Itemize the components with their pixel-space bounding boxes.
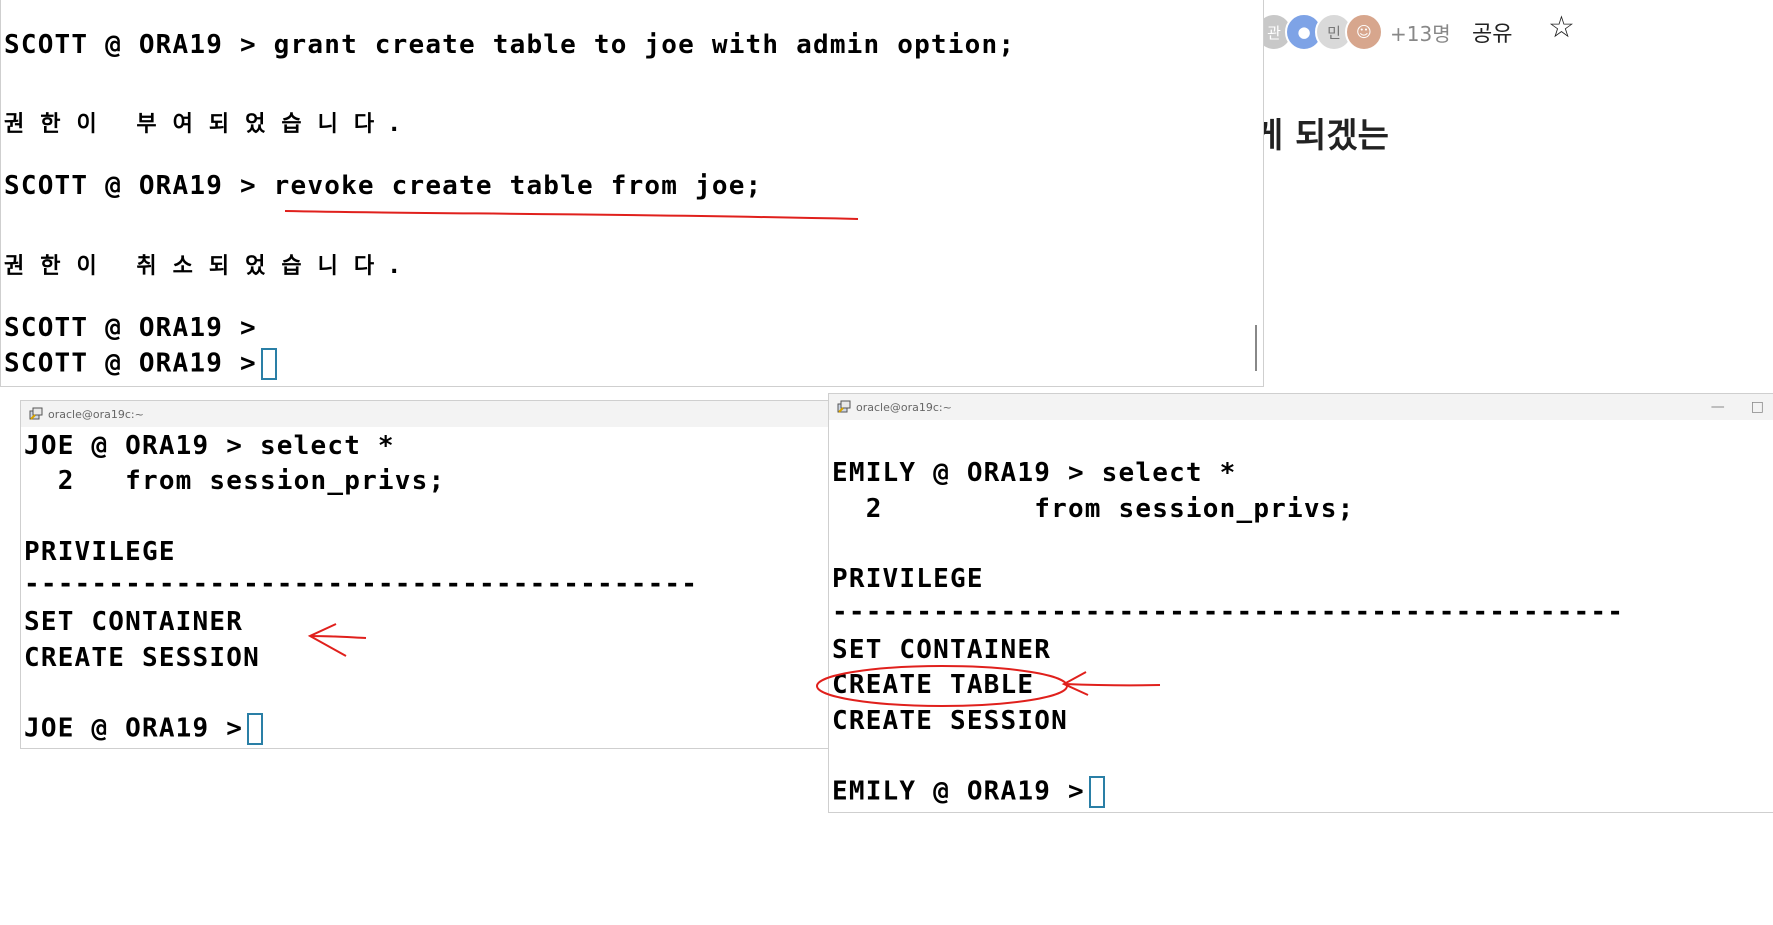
member-count[interactable]: +13명	[1390, 18, 1451, 47]
terminal-line: CREATE SESSION	[24, 643, 260, 673]
terminal-line: JOE @ ORA19 > select *	[24, 431, 395, 461]
terminal-line: SCOTT @ ORA19 > grant create table to jo…	[4, 30, 1016, 60]
photo-avatar-icon: ☺	[1356, 23, 1372, 41]
avatar[interactable]: ☺	[1345, 13, 1383, 51]
terminal-line: PRIVILEGE	[832, 564, 984, 594]
terminal-line: ----------------------------------------…	[832, 597, 1625, 627]
terminal-line: SET CONTAINER	[832, 635, 1052, 665]
collaborator-avatars[interactable]: 관 ● 민 ☺	[1255, 12, 1383, 52]
avatar-initial: 관	[1267, 23, 1281, 42]
text-cursor	[247, 713, 264, 745]
avatar-initial: 민	[1327, 23, 1341, 42]
terminal-line: SET CONTAINER	[24, 607, 244, 637]
text-cursor	[260, 348, 277, 380]
joe-terminal-window[interactable]: oracle@ora19c:~ JOE @ ORA19 > select * 2…	[20, 400, 830, 749]
window-titlebar[interactable]: oracle@ora19c:~	[21, 401, 829, 427]
user-icon: ●	[1297, 23, 1311, 41]
terminal-line: SCOTT @ ORA19 >	[4, 313, 257, 343]
terminal-line: CREATE SESSION	[832, 706, 1068, 736]
scrollbar[interactable]	[1255, 325, 1257, 371]
prompt-text: SCOTT @ ORA19 >	[4, 348, 257, 379]
document-heading: 게 되겠는	[1252, 116, 1389, 156]
prompt-text: EMILY @ ORA19 >	[832, 776, 1085, 807]
terminal-line: SCOTT @ ORA19 > revoke create table from…	[4, 171, 763, 201]
terminal-prompt-line[interactable]: EMILY @ ORA19 >	[832, 776, 1105, 808]
terminal-prompt-line[interactable]: SCOTT @ ORA19 >	[4, 348, 277, 380]
star-icon[interactable]: ☆	[1548, 10, 1575, 45]
terminal-line: 2 from session_privs;	[832, 494, 1355, 524]
terminal-line: PRIVILEGE	[24, 537, 176, 567]
terminal-line: 권한이 취소되었습니다.	[4, 254, 415, 279]
putty-icon	[29, 407, 43, 420]
scott-terminal-window[interactable]: SCOTT @ ORA19 > grant create table to jo…	[0, 0, 1264, 387]
putty-icon	[837, 400, 851, 413]
window-title: oracle@ora19c:~	[48, 407, 144, 421]
terminal-line: 권한이 부여되었습니다.	[4, 112, 415, 137]
terminal-line: EMILY @ ORA19 > select *	[832, 458, 1237, 488]
prompt-text: JOE @ ORA19 >	[24, 713, 244, 744]
text-cursor	[1088, 776, 1105, 808]
terminal-line: CREATE TABLE	[832, 670, 1035, 700]
window-title: oracle@ora19c:~	[856, 400, 952, 414]
terminal-line: 2 from session_privs;	[24, 466, 446, 496]
emily-terminal-window[interactable]: oracle@ora19c:~ — □ EMILY @ ORA19 > selec…	[828, 393, 1773, 813]
window-titlebar[interactable]: oracle@ora19c:~ — □	[829, 394, 1773, 420]
minimize-icon[interactable]: —	[1711, 399, 1725, 415]
terminal-prompt-line[interactable]: JOE @ ORA19 >	[24, 713, 264, 745]
share-button[interactable]: 공유	[1472, 16, 1512, 48]
terminal-line: ----------------------------------------	[24, 569, 699, 599]
maximize-icon[interactable]: □	[1751, 399, 1764, 415]
